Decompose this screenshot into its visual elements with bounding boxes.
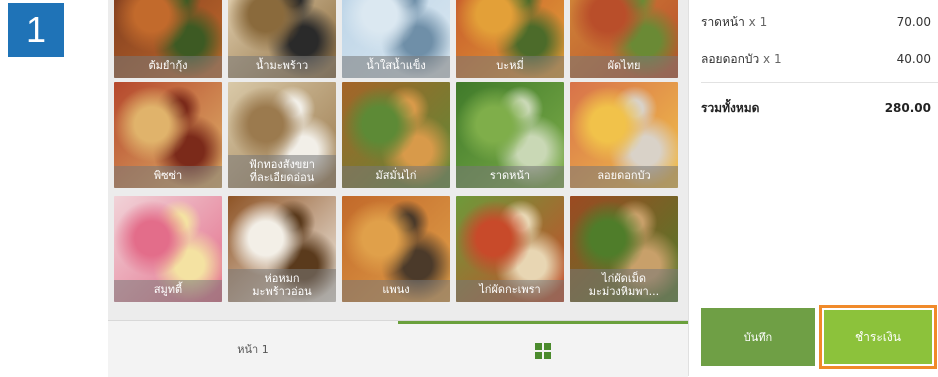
menu-item-tile[interactable]: ต้มยำกุ้ง — [114, 0, 222, 78]
pay-button-highlight: ชำระเงิน — [819, 305, 937, 369]
menu-item-label: ต้มยำกุ้ง — [114, 56, 222, 78]
menu-pager-bar: หน้า 1 — [108, 320, 688, 377]
step-number-badge: 1 — [8, 3, 64, 57]
order-panel: ราดหน้า x 1 70.00 ลอยดอกบัว x 1 40.00 รว… — [688, 0, 938, 376]
menu-item-tile[interactable]: น้ำใสน้ำแข็ง — [342, 0, 450, 78]
menu-item-tile[interactable]: ไก่ผัดกะเพรา — [456, 196, 564, 302]
order-total-row: รวมทั้งหมด 280.00 — [701, 98, 931, 118]
menu-item-label: แพนง — [342, 280, 450, 302]
order-divider — [701, 82, 938, 83]
menu-item-tile[interactable]: น้ำมะพร้าว — [228, 0, 336, 78]
menu-item-tile[interactable]: ฟักทองสังขยา ที่ละเอียดอ่อน — [228, 82, 336, 188]
menu-item-tile[interactable]: พิซซ่า — [114, 82, 222, 188]
pay-button-label: ชำระเงิน — [855, 329, 901, 344]
order-item[interactable]: ลอยดอกบัว x 1 40.00 — [701, 49, 931, 69]
total-value: 280.00 — [884, 101, 931, 115]
save-button-label: บันทึก — [743, 331, 773, 344]
menu-item-label: พิซซ่า — [114, 166, 222, 188]
menu-item-label: สมูทตี้ — [114, 280, 222, 302]
menu-item-label: ราดหน้า — [456, 166, 564, 188]
grid-view-tab[interactable] — [398, 321, 688, 377]
menu-item-label: ผัดไทย — [570, 56, 678, 78]
menu-item-tile[interactable]: สมูทตี้ — [114, 196, 222, 302]
menu-item-label: น้ำใสน้ำแข็ง — [342, 56, 450, 78]
order-item-price: 40.00 — [896, 52, 931, 66]
menu-item-tile[interactable]: ห่อหมก มะพร้าวอ่อน — [228, 196, 336, 302]
menu-item-label: น้ำมะพร้าว — [228, 56, 336, 78]
menu-item-label: บะหมี่ — [456, 56, 564, 78]
pos-screen: ต้มยำกุ้ง น้ำมะพร้าว น้ำใสน้ำแข็ง บะหมี่ ผัด… — [108, 0, 938, 377]
menu-item-tile[interactable]: ไก่ผัดเม็ด มะม่วงหิมพา... — [570, 196, 678, 302]
order-item-price: 70.00 — [896, 15, 931, 29]
menu-item-label: ลอยดอกบัว — [570, 166, 678, 188]
save-button[interactable]: บันทึก — [701, 308, 815, 366]
order-item-qty: x 1 — [763, 51, 782, 66]
menu-item-label: มัสมั่นไก่ — [342, 166, 450, 188]
menu-item-tile[interactable]: แพนง — [342, 196, 450, 302]
grid-icon — [535, 342, 551, 359]
order-item-name: ลอยดอกบัว — [701, 51, 760, 66]
order-item-name: ราดหน้า — [701, 14, 745, 29]
menu-grid: ต้มยำกุ้ง น้ำมะพร้าว น้ำใสน้ำแข็ง บะหมี่ ผัด… — [108, 0, 688, 320]
menu-item-tile[interactable]: ลอยดอกบัว — [570, 82, 678, 188]
menu-item-tile[interactable]: มัสมั่นไก่ — [342, 82, 450, 188]
menu-item-label: ฟักทองสังขยา ที่ละเอียดอ่อน — [228, 155, 336, 188]
total-label: รวมทั้งหมด — [701, 100, 760, 115]
menu-item-label: ไก่ผัดกะเพรา — [456, 280, 564, 302]
pay-button[interactable]: ชำระเงิน — [824, 310, 932, 364]
menu-item-tile[interactable]: ผัดไทย — [570, 0, 678, 78]
order-item-qty: x 1 — [748, 14, 768, 29]
menu-item-label: ห่อหมก มะพร้าวอ่อน — [228, 269, 336, 302]
page-label: หน้า 1 — [237, 343, 269, 356]
menu-item-tile[interactable]: ราดหน้า — [456, 82, 564, 188]
order-item[interactable]: ราดหน้า x 1 70.00 — [701, 12, 931, 32]
menu-item-tile[interactable]: บะหมี่ — [456, 0, 564, 78]
page-tab[interactable]: หน้า 1 — [108, 321, 398, 377]
menu-item-label: ไก่ผัดเม็ด มะม่วงหิมพา... — [570, 269, 678, 302]
